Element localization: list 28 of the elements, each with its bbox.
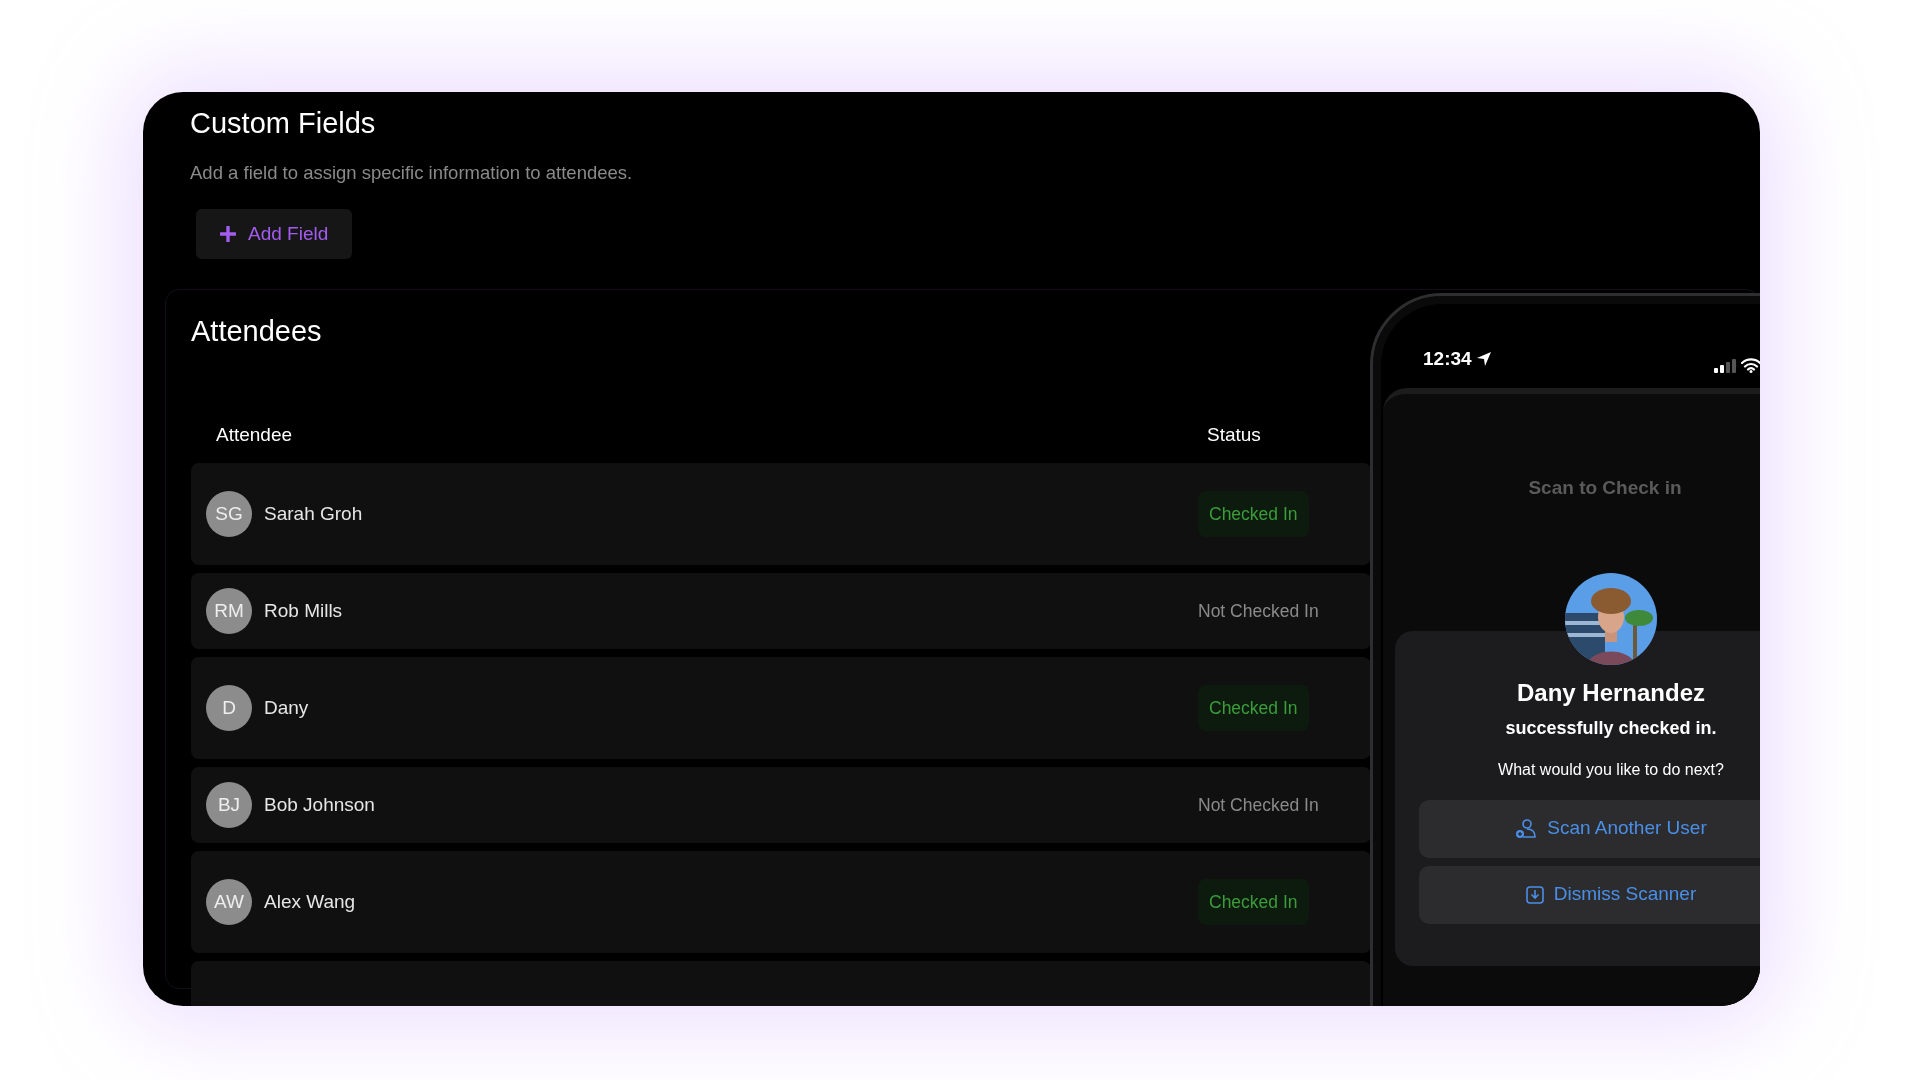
section-title: Attendees [191, 314, 323, 349]
status-text: Not Checked In [1198, 795, 1319, 816]
avatar: SG [206, 491, 252, 538]
add-field-button[interactable]: Add Field [196, 208, 353, 260]
section-title: Custom Fields [190, 106, 377, 141]
avatar: BJ [206, 782, 252, 829]
avatar: AW [206, 879, 252, 926]
attendee-name: Sarah Groh [264, 502, 363, 527]
column-header: Status [1206, 422, 1262, 447]
status-badge: Checked In [1198, 879, 1309, 926]
status-badge: Checked In [1198, 685, 1309, 732]
dismiss-button[interactable]: Dismiss Scanner [1419, 865, 1760, 924]
prompt-text: What would you like to do next? [1498, 759, 1724, 780]
success-message: successfully checked in. [1505, 716, 1717, 740]
column-header: Attendee [215, 422, 294, 447]
status-time: 12:34 [1423, 346, 1472, 371]
status-badge: Checked In [1198, 491, 1309, 538]
avatar: D [206, 685, 252, 732]
screen-title: Scan to Check in [1527, 476, 1683, 500]
user-name: Dany Hernandez [1516, 677, 1706, 708]
avatar: RM [206, 588, 252, 635]
attendee-name: Rob Mills [264, 599, 343, 624]
status-text: Not Checked In [1198, 601, 1319, 622]
attendee-name: Alex Wang [264, 890, 356, 915]
section-description: Add a field to assign specific information to attendees. [190, 160, 634, 185]
scan-user-button[interactable]: Scan Another User [1419, 799, 1760, 858]
attendee-name: Bob Johnson [264, 793, 375, 818]
attendee-name: Dany [264, 696, 309, 721]
